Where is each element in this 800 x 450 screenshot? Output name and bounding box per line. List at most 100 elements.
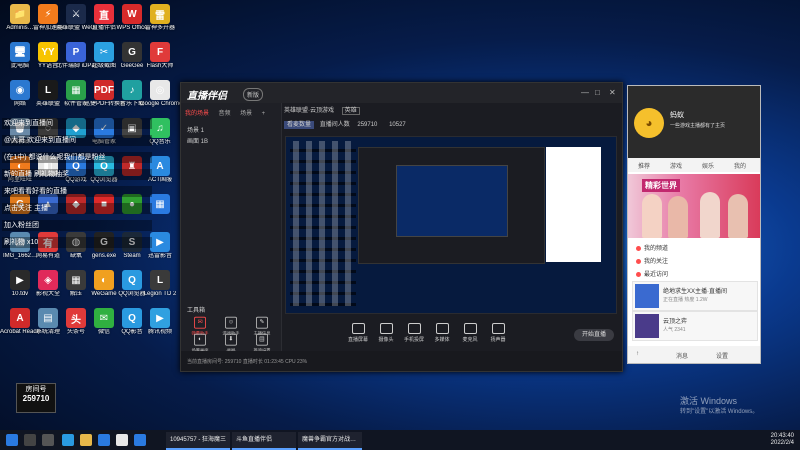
app-icon: 🖥 xyxy=(10,42,30,62)
add-tab-button[interactable]: + xyxy=(262,111,266,117)
overlay-line: 来吧看看好看的直播 xyxy=(2,186,152,197)
right-nav-item[interactable]: 推荐 xyxy=(638,161,650,170)
toolbar-button[interactable]: 麦克风 xyxy=(457,323,483,343)
category-tag[interactable]: 英雄 xyxy=(341,107,360,115)
right-nav: 推荐 游戏 娱乐 我的 xyxy=(628,158,760,172)
start-live-button[interactable]: 开始直播 xyxy=(574,329,614,341)
footer-item[interactable]: 消息 xyxy=(676,351,688,360)
viewer-stat: 10527 xyxy=(389,122,406,128)
clock-time: 20:43:40 xyxy=(770,433,794,439)
menu-item[interactable]: 最近访问 xyxy=(636,269,668,278)
overlay-line: 刷礼物 x10 xyxy=(2,237,152,248)
toolbar-icon xyxy=(351,323,365,334)
app-icon: A xyxy=(150,156,170,176)
toolbar-button[interactable]: 多媒体 xyxy=(429,323,455,343)
app-icon: A xyxy=(10,308,30,328)
desktop-icon[interactable]: ◎ Google Chrome xyxy=(140,78,180,116)
app-icon: 头 xyxy=(66,308,86,328)
sub-label-1[interactable]: 看麦数量 xyxy=(284,121,315,129)
app-icon: P xyxy=(66,42,86,62)
game-title: 云顶之弈 xyxy=(663,319,688,325)
scene-item[interactable]: 场景 1 xyxy=(187,125,204,134)
recent-thumb xyxy=(635,284,659,308)
desktop-icon[interactable]: L Legion TD 2 xyxy=(140,268,180,306)
toolbar-button[interactable]: 扬声器 xyxy=(485,323,511,343)
search-icon[interactable] xyxy=(24,434,36,446)
promo-banner[interactable]: 精彩世界 xyxy=(628,174,760,238)
tool-icon: ✎ xyxy=(256,316,268,329)
preview-nested-window-inner xyxy=(396,165,508,237)
tool-icon: ☺ xyxy=(225,316,237,329)
toolbar-icon xyxy=(435,323,449,334)
tab-my-scenes[interactable]: 我的场景 xyxy=(185,108,209,117)
room-stat: 259710 xyxy=(357,122,378,128)
app-icon: 雷 xyxy=(150,4,170,24)
footer-item[interactable]: 设置 xyxy=(716,351,728,360)
desktop-icon-label: 腾讯视频 xyxy=(147,329,172,335)
stream-overlay: 欢迎来到直播间 @大哥 欢迎来到直播间 (在1中) 都说什么呢我们都是粉丝 新的直播 … xyxy=(2,118,152,254)
folder-icon[interactable] xyxy=(80,434,92,446)
toolbar-button[interactable]: 手机投屏 xyxy=(401,323,427,343)
sub-label-2: 直播间人数 xyxy=(319,122,350,128)
left-panel: 我的场景 音频 场景 + 场景 1 画面 1B 工具箱 ✉ 弹幕助手 ☺ 游戏助手 ✎ 主… xyxy=(181,103,282,371)
app-icon: ◐ xyxy=(94,270,114,290)
toolbar-label: 摄像头 xyxy=(378,337,394,343)
app-icon: PDF xyxy=(94,80,114,100)
close-icon[interactable]: ✕ xyxy=(609,88,616,97)
banner-person xyxy=(728,194,748,238)
toolbar-button[interactable]: 摄像头 xyxy=(373,323,399,343)
right-nav-item[interactable]: 我的 xyxy=(734,161,746,170)
tab-scene[interactable]: 场景 xyxy=(240,108,252,117)
store-icon[interactable] xyxy=(98,434,110,446)
right-nav-item[interactable]: 游戏 xyxy=(670,161,682,170)
taskbar-app[interactable]: 斗鱼直播伴侣 xyxy=(232,432,296,450)
scene-item[interactable]: 画面 1B xyxy=(187,136,208,145)
desktop-icon[interactable]: ▶ 腾讯视频 xyxy=(140,306,180,344)
tab-audio[interactable]: 音频 xyxy=(219,108,231,117)
minimize-icon[interactable]: — xyxy=(581,88,589,97)
game-card[interactable]: 云顶之弈 人气 2341 xyxy=(632,311,758,341)
signature: 一些游戏主播都有了主页 xyxy=(670,123,726,129)
chrome-icon[interactable] xyxy=(116,434,128,446)
app-icon: F xyxy=(150,42,170,62)
avatar[interactable]: ◕ xyxy=(634,108,664,138)
app-icon: YY xyxy=(38,42,58,62)
footer-item[interactable]: ↑ xyxy=(636,351,639,357)
app-icon: ⚡ xyxy=(38,4,58,24)
recent-card[interactable]: 绝地求生XX主播·直播间 正在直播 热度 1.2W xyxy=(632,281,758,311)
app-icon: ⚔ xyxy=(66,4,86,24)
room-label: 房间号 xyxy=(25,386,47,393)
toolbar-label: 直播屏幕 xyxy=(347,337,368,343)
app-titlebar[interactable]: 直播伴侣 新版 — □ ✕ xyxy=(181,83,622,103)
stream-preview[interactable] xyxy=(285,136,617,314)
stream-category[interactable]: 英雄联盟·云顶游戏 xyxy=(284,108,334,114)
version-badge[interactable]: 新版 xyxy=(243,88,264,101)
app-icon: ◉ xyxy=(10,80,30,100)
clock[interactable]: 20:43:40 2022/2/4 xyxy=(771,433,794,447)
toolbar-label: 扬声器 xyxy=(490,337,506,343)
app-icon: L xyxy=(38,80,58,100)
game-sub: 人气 2341 xyxy=(663,327,686,333)
taskview-icon[interactable] xyxy=(42,434,54,446)
app-icon: L xyxy=(150,270,170,290)
taskbar-app[interactable]: 10945757 - 狂海魔三 xyxy=(166,432,230,450)
app-icon: ◎ xyxy=(150,80,170,100)
toolbar-button[interactable]: 直播屏幕 xyxy=(345,323,371,343)
overlay-line: 加入粉丝团 xyxy=(2,220,152,231)
desktop-icon[interactable]: F Flash大师 xyxy=(140,40,180,78)
taskbar-app[interactable]: 魔兽争霸官方对战… xyxy=(298,432,362,450)
tool-icon: ✉ xyxy=(194,316,206,329)
qq-icon[interactable] xyxy=(134,434,146,446)
start-icon[interactable] xyxy=(6,434,18,446)
broadcast-app-window: 直播伴侣 新版 — □ ✕ 我的场景 音频 场景 + 场景 1 画面 1B 工具… xyxy=(180,82,623,372)
menu-item[interactable]: 我的频道 xyxy=(636,243,668,252)
overlay-line: 点击关注 主播 xyxy=(2,203,152,214)
desktop-icon[interactable]: 雷雷神多开器 xyxy=(140,2,180,40)
maximize-icon[interactable]: □ xyxy=(595,88,600,97)
desktop-icon-label: 迅雷影音 xyxy=(147,253,172,259)
edge-icon[interactable] xyxy=(62,434,74,446)
right-nav-item[interactable]: 娱乐 xyxy=(702,161,714,170)
banner-person xyxy=(668,196,688,238)
menu-item[interactable]: 我的关注 xyxy=(636,256,668,265)
toolbar-label: 手机投屏 xyxy=(403,337,424,343)
